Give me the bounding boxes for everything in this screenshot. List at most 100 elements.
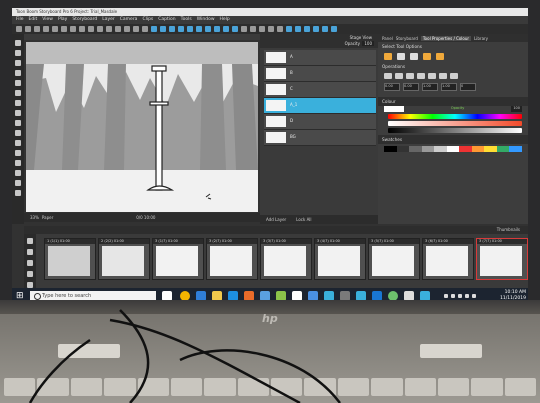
3d-icon[interactable] — [142, 26, 148, 32]
layout-icon-4[interactable] — [178, 26, 184, 32]
thumb-tool-icon[interactable] — [27, 238, 33, 244]
tab-library[interactable]: Library — [474, 36, 488, 41]
tab-panel[interactable]: Panel — [382, 36, 393, 41]
workspace-icon-4[interactable] — [313, 26, 319, 32]
workspace-icon-5[interactable] — [322, 26, 328, 32]
workspace-icon-6[interactable] — [331, 26, 337, 32]
camera-tool-icon[interactable] — [15, 190, 21, 196]
layout-icon-2[interactable] — [160, 26, 166, 32]
menu-file[interactable]: File — [16, 16, 24, 24]
thumb-tool-icon[interactable] — [27, 271, 33, 277]
layout-icon-10[interactable] — [232, 26, 238, 32]
tab-tool-properties[interactable]: Tool Properties / Colour — [420, 35, 472, 41]
swatch[interactable] — [434, 146, 447, 152]
cutter-tool-icon[interactable] — [15, 140, 21, 146]
transform-icon[interactable] — [397, 53, 405, 60]
rectangle-tool-icon[interactable] — [15, 110, 21, 116]
menu-clips[interactable]: Clips — [142, 16, 153, 24]
zoom-field[interactable]: 33% — [30, 215, 39, 220]
menu-tools[interactable]: Tools — [181, 16, 192, 24]
battery-icon[interactable] — [465, 294, 469, 298]
swatch[interactable] — [509, 146, 523, 152]
opacity-field[interactable]: 100 — [511, 106, 522, 112]
workspace-icon-3[interactable] — [304, 26, 310, 32]
grid-icon[interactable] — [241, 26, 247, 32]
align-icon[interactable] — [428, 73, 436, 79]
layer-row[interactable]: D — [264, 114, 376, 130]
contour-icon[interactable] — [423, 53, 431, 60]
width-field[interactable]: 1.00 — [422, 83, 438, 91]
menu-play[interactable]: Play — [58, 16, 67, 24]
open-icon[interactable] — [25, 26, 31, 32]
thumbnail-panel[interactable]: 3 (3/7) 01:00 — [260, 238, 312, 280]
thumbnail-panel[interactable]: 1 (1/1) 01:00 — [44, 238, 96, 280]
paint-tool-icon[interactable] — [15, 80, 21, 86]
play-icon[interactable] — [106, 26, 112, 32]
group-icon[interactable] — [450, 73, 458, 79]
rotate-ccw-icon[interactable] — [417, 73, 425, 79]
lasso-icon[interactable] — [384, 53, 392, 60]
pencil-tool-icon[interactable] — [15, 60, 21, 66]
workspace-icon-1[interactable] — [286, 26, 292, 32]
menu-storyboard[interactable]: Storyboard — [72, 16, 97, 24]
layer-row[interactable]: A — [264, 50, 376, 66]
view-tabs[interactable] — [24, 34, 260, 40]
new-panel-icon[interactable] — [88, 26, 94, 32]
menu-camera[interactable]: Camera — [120, 16, 138, 24]
swatch[interactable] — [396, 146, 410, 152]
angle-field[interactable]: 0 — [460, 83, 476, 91]
eyedropper-tool-icon[interactable] — [15, 150, 21, 156]
layout-icon-5[interactable] — [187, 26, 193, 32]
flip-h-icon[interactable] — [384, 73, 392, 79]
delete-panel-icon[interactable] — [97, 26, 103, 32]
pen-icon[interactable] — [410, 53, 418, 60]
notification-icon[interactable] — [472, 294, 476, 298]
menu-help[interactable]: Help — [220, 16, 230, 24]
tab-storyboard[interactable]: Storyboard — [396, 36, 418, 41]
value-slider[interactable] — [388, 128, 522, 133]
paper-mode-label[interactable]: Paper — [42, 215, 53, 220]
swatch[interactable] — [496, 146, 510, 152]
volume-icon[interactable] — [458, 294, 462, 298]
layout-icon-8[interactable] — [214, 26, 220, 32]
menu-edit[interactable]: Edit — [29, 16, 38, 24]
swatch[interactable] — [471, 146, 485, 152]
brush-tool-icon[interactable] — [15, 50, 21, 56]
layer-row-selected[interactable]: A_1 — [264, 98, 376, 114]
opacity-field[interactable]: 100 — [362, 41, 374, 46]
ellipse-tool-icon[interactable] — [15, 100, 21, 106]
paste-icon[interactable] — [79, 26, 85, 32]
eraser-tool-icon[interactable] — [15, 70, 21, 76]
thumbnail-panel[interactable]: 3 (4/7) 01:00 — [314, 238, 366, 280]
swatch[interactable] — [459, 146, 472, 152]
layer-row[interactable]: BG — [264, 130, 376, 146]
menu-window[interactable]: Window — [197, 16, 215, 24]
redo-icon[interactable] — [52, 26, 58, 32]
lock-all-button[interactable]: Lock All — [296, 217, 311, 222]
thumbnail-panel[interactable]: 3 (6/7) 01:00 — [422, 238, 474, 280]
copy-icon[interactable] — [70, 26, 76, 32]
swatch[interactable] — [484, 146, 497, 152]
save-icon[interactable] — [34, 26, 40, 32]
distribute-icon[interactable] — [439, 73, 447, 79]
zoom-in-icon[interactable] — [268, 26, 274, 32]
camera-icon[interactable] — [133, 26, 139, 32]
undo-icon[interactable] — [43, 26, 49, 32]
select-tool-icon[interactable] — [15, 40, 21, 46]
flip-v-icon[interactable] — [395, 73, 403, 79]
y-field[interactable]: 0.00 — [403, 83, 419, 91]
cut-icon[interactable] — [61, 26, 67, 32]
chevron-up-icon[interactable] — [444, 294, 448, 298]
thumbnail-panel[interactable]: 3 (1/7) 01:00 — [152, 238, 204, 280]
drawing-canvas[interactable] — [26, 42, 258, 212]
rotate-view-icon[interactable] — [15, 180, 21, 186]
add-layer-button[interactable]: Add Layer — [266, 217, 286, 222]
line-tool-icon[interactable] — [15, 120, 21, 126]
layout-icon-1[interactable] — [151, 26, 157, 32]
layout-icon-9[interactable] — [223, 26, 229, 32]
thumb-tool-icon[interactable] — [27, 249, 33, 255]
height-field[interactable]: 1.00 — [441, 83, 457, 91]
network-icon[interactable] — [451, 294, 455, 298]
loop-icon[interactable] — [115, 26, 121, 32]
thumbnail-panel[interactable]: 3 (5/7) 01:00 — [368, 238, 420, 280]
